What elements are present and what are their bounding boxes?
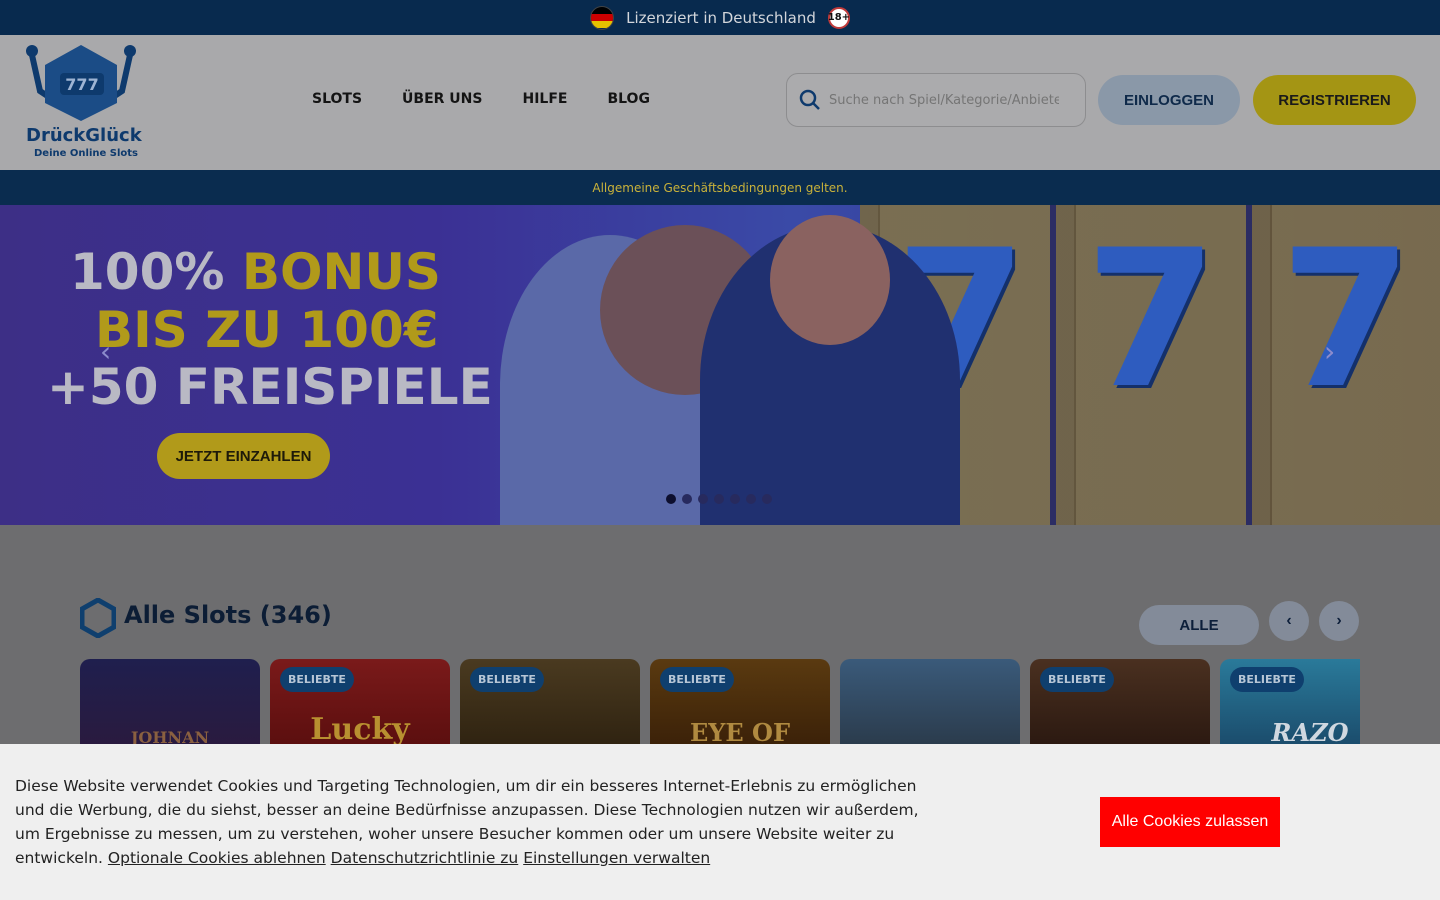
search-box[interactable]: [786, 73, 1086, 127]
logo-subtitle: Deine Online Slots: [34, 148, 138, 159]
search-input[interactable]: [829, 92, 1059, 108]
logo[interactable]: 777: [22, 43, 142, 165]
hero-line-2: BIS ZU 100€: [95, 301, 439, 359]
hero-next-icon[interactable]: ›: [1324, 335, 1335, 368]
hero-line-1: 100% BONUS: [70, 243, 441, 301]
nav-item-slots[interactable]: SLOTS: [312, 91, 362, 107]
carousel-dot[interactable]: [698, 494, 708, 504]
main-nav: SLOTS ÜBER UNS HILFE BLOG: [312, 91, 650, 107]
popular-badge: BELIEBTE: [660, 667, 734, 692]
hero-prev-icon[interactable]: ‹: [100, 335, 111, 368]
show-all-button[interactable]: ALLE: [1139, 605, 1259, 645]
slot-card[interactable]: [840, 659, 1020, 749]
nav-item-help[interactable]: HILFE: [522, 91, 567, 107]
license-bar: Lizenziert in Deutschland 18+: [0, 0, 1440, 35]
deposit-now-button[interactable]: JETZT EINZAHLEN: [157, 433, 330, 479]
popular-badge: BELIEBTE: [1230, 667, 1304, 692]
carousel-dots: [666, 494, 772, 504]
carousel-dot[interactable]: [682, 494, 692, 504]
accept-all-cookies-button[interactable]: Alle Cookies zulassen: [1100, 797, 1280, 847]
slot-card[interactable]: BELIEBTE: [460, 659, 640, 749]
search-icon: [799, 89, 820, 110]
robot-logo-icon: 777: [26, 45, 136, 121]
seven-symbol: 7: [1280, 209, 1413, 430]
terms-bar: Allgemeine Geschäftsbedingungen gelten.: [0, 170, 1440, 205]
cookie-text-block: Diese Website verwendet Cookies und Targ…: [15, 774, 930, 870]
carousel-dot[interactable]: [730, 494, 740, 504]
login-button[interactable]: EINLOGGEN: [1098, 75, 1240, 125]
slot-card[interactable]: JOHNAN: [80, 659, 260, 749]
popular-badge: BELIEBTE: [1040, 667, 1114, 692]
slots-title: Alle Slots (346): [124, 601, 332, 629]
hero-line-3: +50 FREISPIELE: [47, 358, 493, 416]
slot-carousel: JOHNAN BELIEBTE Lucky BELIEBTE BELIEBTE …: [80, 659, 1360, 749]
logo-reels: 777: [65, 75, 98, 94]
popular-badge: BELIEBTE: [470, 667, 544, 692]
hexagon-icon: [80, 598, 116, 638]
site-header: 777 DrückGlück Deine Online Slots SLOTS …: [0, 35, 1440, 170]
register-button[interactable]: REGISTRIEREN: [1253, 75, 1416, 125]
popular-badge: BELIEBTE: [280, 667, 354, 692]
carousel-dot[interactable]: [666, 494, 676, 504]
slot-card[interactable]: BELIEBTE: [1030, 659, 1210, 749]
slot-card[interactable]: BELIEBTE EYE OF: [650, 659, 830, 749]
hero-banner[interactable]: 7 7 7 100% BONUS BIS ZU 100€ +50 FREISPI…: [0, 205, 1440, 525]
terms-text: Allgemeine Geschäftsbedingungen gelten.: [592, 180, 848, 195]
reject-optional-cookies-link[interactable]: Optionale Cookies ablehnen: [108, 849, 326, 867]
carousel-dot[interactable]: [714, 494, 724, 504]
privacy-policy-link[interactable]: Datenschutzrichtlinie zu: [331, 849, 519, 867]
slot-card[interactable]: BELIEBTE Lucky: [270, 659, 450, 749]
age-18-icon: 18+: [828, 6, 850, 29]
nav-item-blog[interactable]: BLOG: [607, 91, 650, 107]
license-text: Lizenziert in Deutschland: [626, 8, 816, 27]
slots-next-button[interactable]: ›: [1319, 601, 1359, 641]
nav-item-about[interactable]: ÜBER UNS: [402, 91, 482, 107]
carousel-dot[interactable]: [762, 494, 772, 504]
germany-flag-icon: [590, 5, 615, 30]
man-head: [770, 215, 890, 345]
manage-settings-link[interactable]: Einstellungen verwalten: [523, 849, 710, 867]
slot-card[interactable]: BELIEBTE RAZO: [1220, 659, 1360, 749]
slots-prev-button[interactable]: ‹: [1269, 601, 1309, 641]
carousel-dot[interactable]: [746, 494, 756, 504]
logo-title: DrückGlück: [26, 125, 142, 146]
cookie-banner: Diese Website verwendet Cookies und Targ…: [0, 744, 1440, 900]
seven-symbol: 7: [1085, 209, 1218, 430]
